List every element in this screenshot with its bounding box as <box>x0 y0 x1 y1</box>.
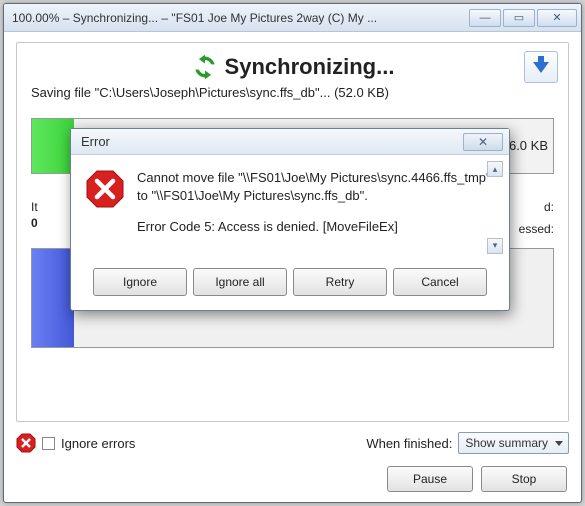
stop-button[interactable]: Stop <box>481 466 567 492</box>
when-finished-value: Show summary <box>465 436 548 450</box>
progress-fill-2 <box>32 249 74 347</box>
window-title: 100.00% – Synchronizing... – "FS01 Joe M… <box>12 11 469 25</box>
sync-title: Synchronizing... <box>225 54 395 80</box>
retry-button[interactable]: Retry <box>293 268 387 296</box>
dialog-message: Cannot move file "\\FS01\Joe\My Pictures… <box>137 169 495 250</box>
down-arrow-icon <box>533 62 549 73</box>
dialog-close-button[interactable]: ✕ <box>463 133 503 151</box>
scroll-up-icon[interactable]: ▴ <box>487 161 503 177</box>
minimize-button[interactable]: — <box>469 9 501 27</box>
progress-fill-1 <box>32 119 74 173</box>
error-dialog: Error ✕ Cannot move file "\\FS01\Joe\My … <box>70 128 510 311</box>
window-controls: — ▭ ✕ <box>469 9 577 27</box>
items-block: It 0 <box>31 200 38 236</box>
maximize-button[interactable]: ▭ <box>503 9 535 27</box>
close-button[interactable]: ✕ <box>537 9 577 27</box>
collapse-button[interactable] <box>524 51 558 83</box>
remaining-label: d: <box>519 200 554 214</box>
dialog-msg-2: Error Code 5: Access is denied. [MoveFil… <box>137 218 495 236</box>
items-value: 0 <box>31 216 38 230</box>
ignore-errors-label: Ignore errors <box>61 436 135 451</box>
titlebar: 100.00% – Synchronizing... – "FS01 Joe M… <box>4 4 581 32</box>
sync-header: Synchronizing... <box>31 53 554 81</box>
right-stats: d: essed: <box>519 200 554 236</box>
when-finished-label: When finished: <box>366 436 452 451</box>
footer-row: Ignore errors When finished: Show summar… <box>16 432 569 454</box>
dialog-body: Cannot move file "\\FS01\Joe\My Pictures… <box>71 155 509 260</box>
items-label: It <box>31 200 38 214</box>
scroll-down-icon[interactable]: ▾ <box>487 238 503 254</box>
dialog-titlebar: Error ✕ <box>71 129 509 155</box>
ignore-button[interactable]: Ignore <box>93 268 187 296</box>
cancel-button[interactable]: Cancel <box>393 268 487 296</box>
dialog-buttons: Ignore Ignore all Retry Cancel <box>71 260 509 310</box>
ignore-all-button[interactable]: Ignore all <box>193 268 287 296</box>
ignore-errors-checkbox[interactable] <box>42 437 55 450</box>
error-icon <box>16 433 36 453</box>
processed-label: essed: <box>519 222 554 236</box>
progress-size-label: 6.0 KB <box>509 138 548 153</box>
dialog-scrollbar[interactable]: ▴ ▾ <box>487 161 503 254</box>
sync-icon <box>191 53 219 81</box>
when-finished-dropdown[interactable]: Show summary <box>458 432 569 454</box>
error-octagon-icon <box>85 169 125 209</box>
dialog-msg-1: Cannot move file "\\FS01\Joe\My Pictures… <box>137 169 495 204</box>
button-row: Pause Stop <box>16 466 569 492</box>
status-text: Saving file "C:\Users\Joseph\Pictures\sy… <box>31 85 554 100</box>
dialog-title: Error <box>81 134 463 149</box>
pause-button[interactable]: Pause <box>387 466 473 492</box>
